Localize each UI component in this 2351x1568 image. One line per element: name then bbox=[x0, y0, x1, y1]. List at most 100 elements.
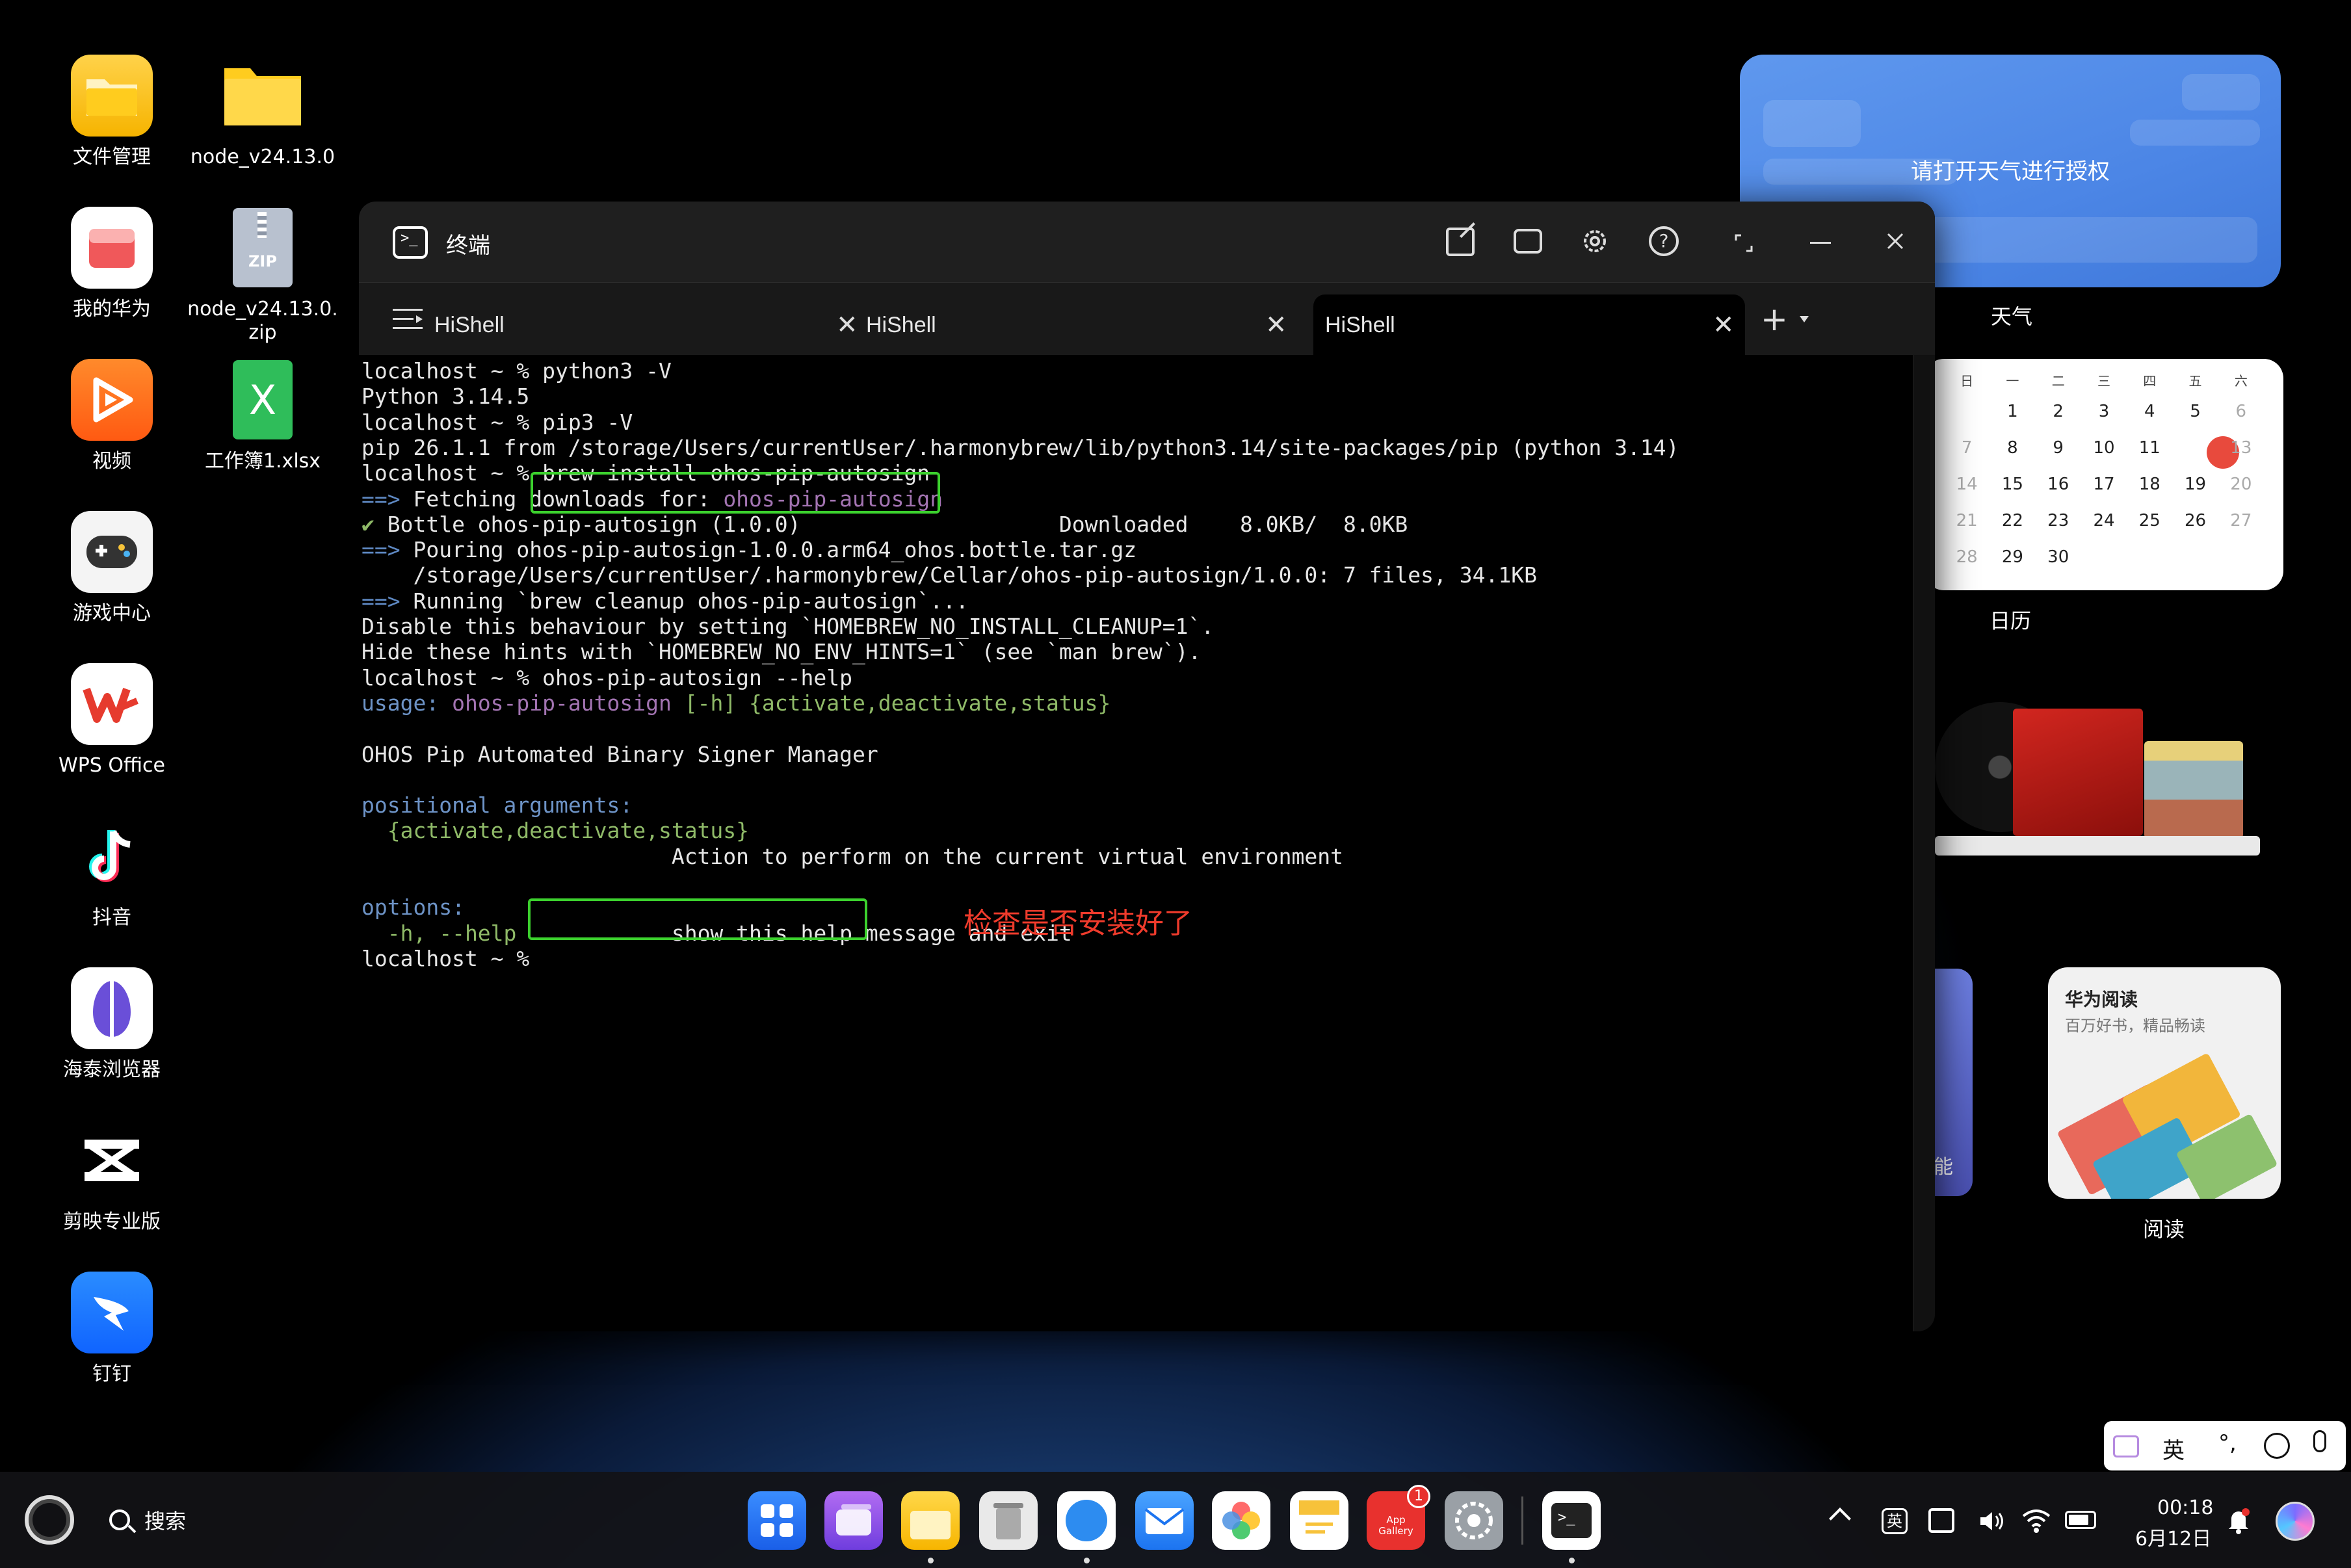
calendar-day[interactable] bbox=[1944, 402, 1990, 421]
calendar-day[interactable]: 27 bbox=[2218, 511, 2264, 530]
restore-window-icon[interactable] bbox=[1735, 234, 1753, 252]
calendar-day[interactable]: 25 bbox=[2127, 511, 2172, 530]
dock-app-center-icon[interactable] bbox=[748, 1491, 806, 1550]
ime-clipboard-icon[interactable] bbox=[2113, 1435, 2139, 1457]
calendar-day[interactable]: 22 bbox=[1990, 511, 2035, 530]
new-tab-button[interactable]: + bbox=[1761, 300, 1809, 338]
clock-time[interactable]: 00:18 bbox=[2157, 1496, 2213, 1519]
calendar-day[interactable]: 13 bbox=[2218, 438, 2264, 458]
tab-close-icon[interactable]: ✕ bbox=[836, 310, 858, 340]
music-widget[interactable] bbox=[1935, 689, 2260, 858]
calendar-day[interactable]: 18 bbox=[2127, 475, 2172, 494]
desktop-icon-douyin[interactable]: 抖音 bbox=[34, 815, 190, 930]
minimize-icon[interactable] bbox=[1810, 242, 1831, 244]
dock-settings-icon[interactable] bbox=[1445, 1491, 1503, 1550]
dock-browser-icon[interactable] bbox=[1057, 1491, 1116, 1550]
calendar-day[interactable]: 30 bbox=[2036, 547, 2081, 567]
settings-gear-icon[interactable] bbox=[1580, 226, 1610, 256]
dock-recycle-bin-icon[interactable] bbox=[979, 1491, 1038, 1550]
calendar-day[interactable] bbox=[2218, 547, 2264, 567]
calendar-day[interactable]: 16 bbox=[2036, 475, 2081, 494]
desktop-icon-video[interactable]: 视频 bbox=[34, 359, 190, 473]
calendar-day[interactable] bbox=[2127, 547, 2172, 567]
desktop-icon-label: 文件管理 bbox=[73, 146, 151, 168]
tab-close-icon[interactable]: ✕ bbox=[1265, 310, 1287, 340]
tab-hishell-2[interactable]: HiShell ✕ bbox=[862, 294, 1291, 356]
battery-icon[interactable] bbox=[2065, 1511, 2096, 1529]
dock-file-manager-icon[interactable] bbox=[901, 1491, 960, 1550]
calendar-day[interactable]: 4 bbox=[2127, 402, 2172, 421]
close-window-icon[interactable] bbox=[1884, 230, 1906, 252]
split-window-icon[interactable] bbox=[1514, 229, 1542, 254]
calendar-day[interactable]: 15 bbox=[1990, 475, 2035, 494]
calendar-day[interactable]: 19 bbox=[2172, 475, 2218, 494]
desktop-icon-workbook-xlsx[interactable]: X 工作簿1.xlsx bbox=[185, 359, 341, 473]
desktop-icon-my-huawei[interactable]: 我的华为 bbox=[34, 207, 190, 321]
calendar-day[interactable]: 12 bbox=[2172, 438, 2218, 458]
folder-icon bbox=[71, 55, 153, 137]
calendar-day[interactable]: 28 bbox=[1944, 547, 1990, 567]
terminal-titlebar[interactable]: >_ 终端 ? bbox=[359, 202, 1935, 282]
tray-ime-indicator[interactable]: 英 bbox=[1882, 1508, 1908, 1534]
calendar-widget[interactable]: 日 一 二 三 四 五 六 1 2 3 4 5 6 7 8 9 10 11 12 13 14 15 16 17 1… bbox=[1924, 359, 2283, 590]
assistant-orb-icon[interactable] bbox=[2276, 1502, 2315, 1541]
calendar-day[interactable]: 26 bbox=[2172, 511, 2218, 530]
calendar-day[interactable]: 5 bbox=[2172, 402, 2218, 421]
taskbar-search[interactable]: 搜索 bbox=[109, 1502, 186, 1538]
calendar-day[interactable]: 21 bbox=[1944, 511, 1990, 530]
desktop-icon-haitai-browser[interactable]: 海泰浏览器 bbox=[34, 967, 190, 1082]
dock-notes-icon[interactable] bbox=[1290, 1491, 1348, 1550]
calendar-day[interactable]: 14 bbox=[1944, 475, 1990, 494]
ime-punctuation-icon[interactable]: °, bbox=[2218, 1430, 2237, 1456]
desktop-icon-dingtalk[interactable]: 钉钉 bbox=[34, 1272, 190, 1386]
start-button[interactable] bbox=[25, 1495, 74, 1545]
terminal-scrollbar[interactable] bbox=[1913, 355, 1935, 1331]
calendar-day[interactable] bbox=[2172, 547, 2218, 567]
calendar-day[interactable]: 29 bbox=[1990, 547, 2035, 567]
calendar-day[interactable]: 24 bbox=[2081, 511, 2127, 530]
calendar-day[interactable]: 3 bbox=[2081, 402, 2127, 421]
tray-clipboard-icon[interactable] bbox=[1928, 1508, 1954, 1533]
calendar-day[interactable]: 8 bbox=[1990, 438, 2035, 458]
calendar-day[interactable]: 7 bbox=[1944, 438, 1990, 458]
emoji-icon[interactable] bbox=[2264, 1433, 2290, 1459]
dock-terminal-icon[interactable]: >_ bbox=[1542, 1491, 1601, 1550]
calendar-day[interactable]: 2 bbox=[2036, 402, 2081, 421]
desktop-icon-file-manager[interactable]: 文件管理 bbox=[34, 55, 190, 169]
terminal-window[interactable]: >_ 终端 ? HiShell ✕ HiShell ✕ HiShell ✕ + … bbox=[359, 202, 1935, 1331]
tab-hishell-1[interactable]: HiShell ✕ bbox=[430, 294, 860, 356]
tab-close-icon[interactable]: ✕ bbox=[1713, 310, 1735, 340]
calendar-day[interactable]: 23 bbox=[2036, 511, 2081, 530]
ime-toolbar[interactable]: 英 °, bbox=[2104, 1421, 2346, 1470]
volume-icon[interactable] bbox=[1978, 1508, 2006, 1534]
microphone-icon[interactable] bbox=[2313, 1430, 2326, 1452]
desktop-icon-game-center[interactable]: 游戏中心 bbox=[34, 511, 190, 625]
desktop-icon-node-folder[interactable]: node_v24.13.0 bbox=[185, 55, 341, 169]
dock-mail-icon[interactable] bbox=[1135, 1491, 1194, 1550]
calendar-day[interactable]: 6 bbox=[2218, 402, 2264, 421]
reading-widget[interactable]: 华为阅读 百万好书，精品畅读 bbox=[2048, 967, 2281, 1199]
desktop-icon-wps-office[interactable]: WPS Office bbox=[34, 663, 190, 777]
calendar-day[interactable]: 11 bbox=[2127, 438, 2172, 458]
terminal-line: Hide these hints with `HOMEBREW_NO_ENV_H… bbox=[361, 637, 1201, 666]
help-icon[interactable]: ? bbox=[1649, 226, 1679, 256]
notification-bell-icon[interactable] bbox=[2226, 1507, 2251, 1534]
calendar-day[interactable]: 10 bbox=[2081, 438, 2127, 458]
tab-list-menu-icon[interactable] bbox=[393, 306, 423, 332]
desktop-icon-capcut-pro[interactable]: 剪映专业版 bbox=[34, 1119, 190, 1234]
calendar-day[interactable]: 1 bbox=[1990, 402, 2035, 421]
wifi-icon[interactable] bbox=[2021, 1507, 2052, 1534]
dock-multitask-icon[interactable] bbox=[824, 1491, 883, 1550]
calendar-day[interactable]: 20 bbox=[2218, 475, 2264, 494]
desktop-icon-node-zip[interactable]: ZIP node_v24.13.0. zip bbox=[185, 207, 341, 345]
calendar-day[interactable]: 9 bbox=[2036, 438, 2081, 458]
clock-date[interactable]: 6月12日 bbox=[2135, 1522, 2211, 1551]
calendar-day[interactable]: 17 bbox=[2081, 475, 2127, 494]
ime-language-toggle[interactable]: 英 bbox=[2162, 1433, 2185, 1465]
tab-hishell-3[interactable]: HiShell ✕ bbox=[1313, 294, 1745, 356]
terminal-output[interactable]: localhost ~ % python3 -V Python 3.14.5 loc… bbox=[359, 355, 1935, 1331]
dock-photos-icon[interactable] bbox=[1212, 1491, 1270, 1550]
edit-icon[interactable] bbox=[1446, 222, 1476, 256]
terminal-text-segment: Disable this behaviour by setting `HOMEB… bbox=[361, 614, 1215, 639]
calendar-day[interactable] bbox=[2081, 547, 2127, 567]
